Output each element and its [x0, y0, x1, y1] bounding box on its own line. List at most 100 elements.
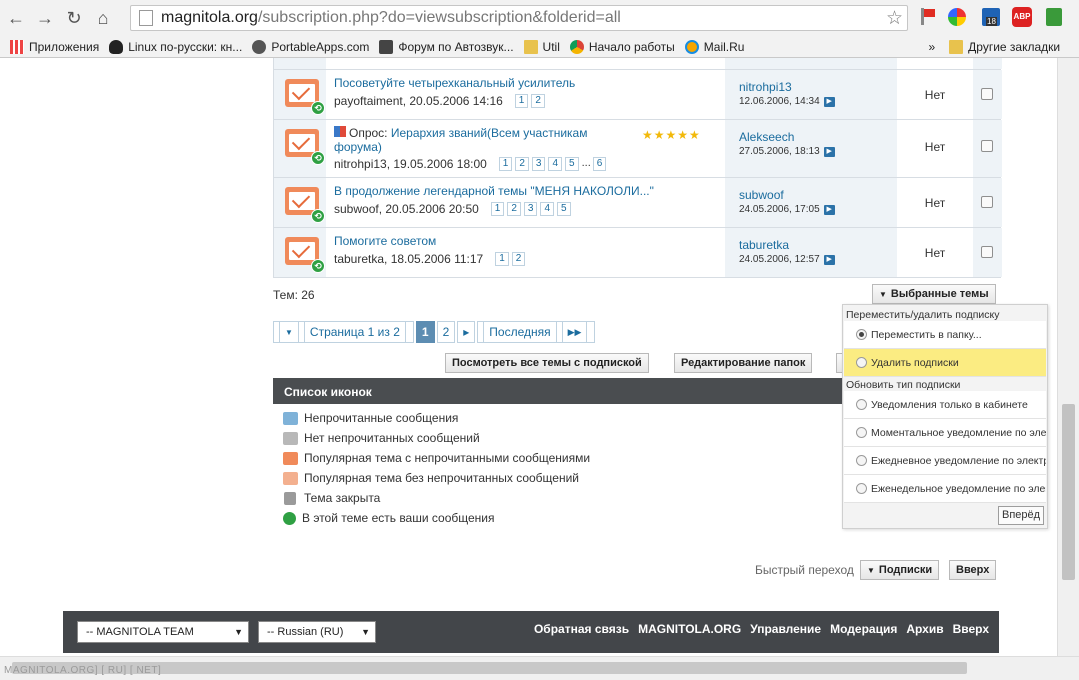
- mailru-icon: [684, 39, 699, 54]
- option-daily-email[interactable]: Ежедневное уведомление по электр: [844, 447, 1046, 475]
- radio[interactable]: [856, 455, 867, 466]
- go-to-last-post-icon[interactable]: ▶: [823, 96, 835, 107]
- address-bar[interactable]: magnitola.org/subscription.php?do=viewsu…: [130, 5, 908, 31]
- extension-t-icon[interactable]: [1046, 8, 1062, 26]
- bookmark-start[interactable]: Начало работы: [569, 39, 675, 54]
- option-instant-email[interactable]: Моментальное уведомление по элек: [844, 419, 1046, 447]
- page-link[interactable]: 1: [490, 202, 505, 216]
- page-link[interactable]: 5: [565, 157, 579, 171]
- footer-link-top[interactable]: Вверх: [953, 622, 989, 636]
- go-button[interactable]: Вперёд: [998, 506, 1045, 525]
- horizontal-scrollbar[interactable]: MAGNITOLA.ORG] [ RU] [ NET]: [0, 656, 1079, 680]
- page-link[interactable]: 3: [531, 157, 546, 171]
- go-to-last-post-icon[interactable]: ▶: [823, 204, 835, 215]
- page-link[interactable]: 6: [592, 157, 607, 171]
- bookmarks-overflow[interactable]: »: [928, 40, 935, 54]
- list-item-label: В этой теме есть ваши сообщения: [302, 511, 495, 525]
- radio[interactable]: [856, 427, 867, 438]
- forward-icon[interactable]: →: [32, 5, 58, 31]
- radio[interactable]: [856, 399, 867, 410]
- page-link[interactable]: 5: [557, 202, 571, 216]
- radio[interactable]: [856, 357, 867, 368]
- thread-title-link[interactable]: Помогите советом: [334, 234, 436, 248]
- back-icon[interactable]: ←: [3, 5, 29, 31]
- select-checkbox[interactable]: [981, 196, 993, 208]
- thread-status-cell: ⟲: [274, 228, 326, 277]
- page-link[interactable]: 2: [507, 202, 521, 216]
- bookmark-forum[interactable]: Форум по Автозвук...: [379, 39, 514, 54]
- selected-topics-button[interactable]: ▼ Выбранные темы: [872, 284, 996, 304]
- go-to-last-post-icon[interactable]: ▶: [823, 146, 835, 157]
- page-link[interactable]: 1: [498, 157, 513, 171]
- notify-status: Нет: [924, 246, 946, 260]
- page-link[interactable]: 4: [540, 202, 555, 216]
- footer-link-feedback[interactable]: Обратная связь: [534, 622, 629, 636]
- my-posts-icon: ⟲: [311, 151, 325, 165]
- page-link[interactable]: 2: [515, 157, 529, 171]
- page-link[interactable]: 1: [514, 94, 529, 108]
- flag-extension-icon[interactable]: [918, 8, 936, 26]
- page-menu-button[interactable]: ▼ Страница 1 из 2: [273, 321, 414, 343]
- language-select[interactable]: -- Russian (RU) ▼: [258, 621, 376, 643]
- adblock-icon[interactable]: ABP: [1012, 7, 1032, 27]
- select-checkbox[interactable]: [981, 246, 993, 258]
- footer-link-moderation[interactable]: Модерация: [830, 622, 897, 636]
- bookmark-star-icon[interactable]: ☆: [886, 7, 903, 30]
- icon-list: Непрочитанные сообщения Нет непрочитанны…: [283, 408, 590, 528]
- select-checkbox[interactable]: [981, 140, 993, 152]
- quick-nav-select[interactable]: ▼ Подписки: [860, 560, 940, 580]
- option-cabinet-only[interactable]: Уведомления только в кабинете: [844, 391, 1046, 419]
- bookmark-apps[interactable]: Приложения: [10, 39, 99, 54]
- footer-link-archive[interactable]: Архив: [906, 622, 943, 636]
- thread-author-date: payoftaiment, 20.05.2006 14:16: [334, 94, 503, 108]
- last-post-user[interactable]: subwoof: [739, 188, 784, 202]
- vertical-scrollbar[interactable]: [1057, 58, 1079, 656]
- thread-title-link[interactable]: В продолжение легендарной темы "МЕНЯ НАК…: [334, 184, 654, 198]
- footer-link-home[interactable]: MAGNITOLA.ORG: [638, 622, 741, 636]
- to-top-button[interactable]: Вверх: [949, 560, 997, 580]
- page-link[interactable]: 2: [436, 321, 456, 343]
- page-link[interactable]: 1: [495, 252, 509, 266]
- vertical-scroll-thumb[interactable]: [1062, 404, 1075, 580]
- option-move-to-folder[interactable]: Переместить в папку...: [844, 321, 1046, 349]
- style-select[interactable]: -- MAGNITOLA TEAM ▼: [77, 621, 249, 643]
- icon-list-header: Список иконок: [273, 378, 847, 404]
- arrow-extension-icon[interactable]: 18: [982, 8, 1000, 26]
- edit-folders-button[interactable]: Редактирование папок: [674, 353, 813, 373]
- home-icon[interactable]: ⌂: [90, 5, 116, 31]
- select-checkbox[interactable]: [981, 88, 993, 100]
- bookmark-portableapps[interactable]: PortableApps.com: [252, 39, 369, 54]
- bookmark-util[interactable]: Util: [523, 39, 560, 54]
- pages-ellipsis: ...: [581, 157, 591, 169]
- go-to-last-post-icon[interactable]: ▶: [823, 254, 835, 265]
- option-delete-subscriptions[interactable]: Удалить подписки: [844, 349, 1046, 377]
- bookmark-linux[interactable]: Linux по-русски: кн...: [109, 39, 242, 54]
- bookmark-other[interactable]: Другие закладки: [949, 39, 1060, 54]
- option-weekly-email[interactable]: Еженедельное уведомление по элек: [844, 475, 1046, 503]
- page-link[interactable]: 4: [548, 157, 563, 171]
- view-all-subscriptions-button[interactable]: Посмотреть все темы с подпиской: [445, 353, 649, 373]
- bookmark-mailru[interactable]: Mail.Ru: [684, 39, 744, 54]
- page-link[interactable]: 2: [511, 252, 526, 266]
- option-label: Уведомления только в кабинете: [871, 398, 1028, 411]
- radio-selected[interactable]: [856, 329, 867, 340]
- last-post-user[interactable]: taburetka: [739, 238, 789, 252]
- page-link[interactable]: 3: [523, 202, 538, 216]
- thread-pages: 12345: [490, 202, 574, 216]
- chevron-down-icon: ▼: [879, 289, 887, 299]
- next-page-icon[interactable]: ▸: [457, 321, 476, 343]
- last-post-cell: nitrohpi13 12.06.2006, 14:34 ▶: [725, 70, 897, 119]
- page-link[interactable]: 2: [531, 94, 545, 108]
- footer-link-admin[interactable]: Управление: [750, 622, 821, 636]
- last-page-link[interactable]: Последняя ▶▶: [477, 321, 596, 343]
- radio[interactable]: [856, 483, 867, 494]
- reload-icon[interactable]: ↻: [61, 5, 87, 31]
- list-item-label: Популярная тема без непрочитанных сообще…: [304, 471, 580, 485]
- color-wheel-extension-icon[interactable]: [948, 8, 966, 26]
- last-post-user[interactable]: Alekseech: [739, 130, 794, 144]
- thread-title-link[interactable]: Посоветуйте четырехканальный усилитель: [334, 76, 575, 90]
- page-label: Страница 1 из 2: [303, 321, 406, 343]
- notify-status: Нет: [924, 140, 946, 154]
- last-post-user[interactable]: nitrohpi13: [739, 80, 792, 94]
- thread-author-date: nitrohpi13, 19.05.2006 18:00: [334, 157, 487, 171]
